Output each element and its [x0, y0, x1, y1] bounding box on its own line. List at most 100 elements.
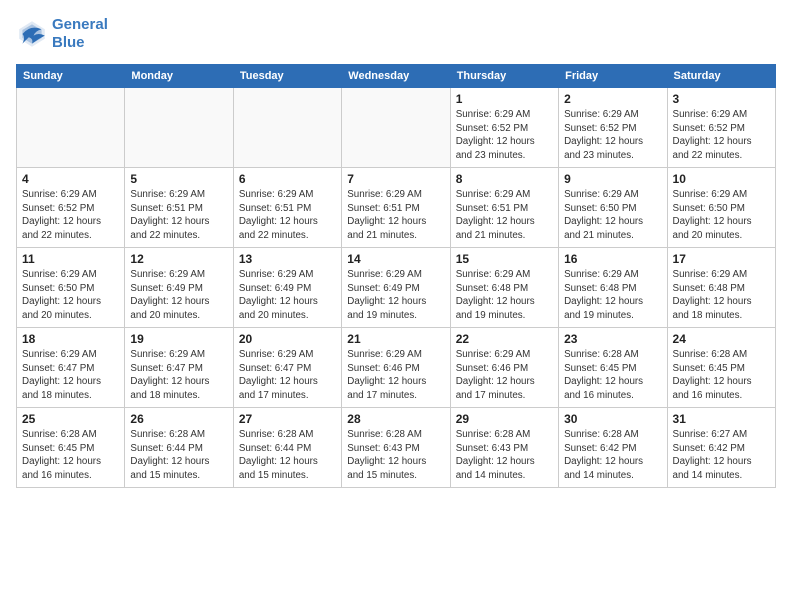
day-info: Sunrise: 6:29 AM Sunset: 6:46 PM Dayligh…	[347, 348, 444, 403]
day-number: 3	[673, 92, 770, 106]
day-info: Sunrise: 6:29 AM Sunset: 6:48 PM Dayligh…	[456, 268, 553, 323]
day-number: 9	[564, 172, 661, 186]
calendar-day: 10 Sunrise: 6:29 AM Sunset: 6:50 PM Dayli…	[667, 168, 775, 248]
day-number: 27	[239, 412, 336, 426]
day-number: 4	[22, 172, 119, 186]
day-number: 11	[22, 252, 119, 266]
day-info: Sunrise: 6:29 AM Sunset: 6:52 PM Dayligh…	[456, 108, 553, 163]
calendar-day: 20Sunrise: 6:29 AM Sunset: 6:47 PM Dayli…	[233, 328, 341, 408]
day-number: 21	[347, 332, 444, 346]
calendar-day: 25 Sunrise: 6:28 AM Sunset: 6:45 PM Dayli…	[17, 408, 125, 488]
day-info: Sunrise: 6:29 AM Sunset: 6:50 PM Dayligh…	[673, 188, 770, 243]
calendar-day: 15 Sunrise: 6:29 AM Sunset: 6:48 PM Dayli…	[450, 248, 558, 328]
day-info: Sunrise: 6:28 AM Sunset: 6:43 PM Dayligh…	[456, 428, 553, 483]
weekday-header-monday: Monday	[125, 65, 233, 88]
calendar-day	[233, 88, 341, 168]
calendar-day: 19 Sunrise: 6:29 AM Sunset: 6:47 PM Dayli…	[125, 328, 233, 408]
day-info: Sunrise: 6:29 AM Sunset: 6:52 PM Dayligh…	[673, 108, 770, 163]
calendar-day: 18Sunrise: 6:29 AM Sunset: 6:47 PM Dayli…	[17, 328, 125, 408]
day-number: 31	[673, 412, 770, 426]
day-info: Sunrise: 6:29 AM Sunset: 6:49 PM Dayligh…	[130, 268, 227, 323]
weekday-header-friday: Friday	[559, 65, 667, 88]
day-info: Sunrise: 6:29 AM Sunset: 6:47 PM Dayligh…	[130, 348, 227, 403]
day-info: Sunrise: 6:29 AM Sunset: 6:50 PM Dayligh…	[22, 268, 119, 323]
day-number: 24	[673, 332, 770, 346]
calendar-week-5: 25 Sunrise: 6:28 AM Sunset: 6:45 PM Dayli…	[17, 408, 776, 488]
weekday-header-thursday: Thursday	[450, 65, 558, 88]
calendar-day	[342, 88, 450, 168]
calendar-day: 17 Sunrise: 6:29 AM Sunset: 6:48 PM Dayli…	[667, 248, 775, 328]
day-number: 16	[564, 252, 661, 266]
day-number: 25	[22, 412, 119, 426]
day-number: 26	[130, 412, 227, 426]
logo: General Blue	[16, 16, 108, 52]
day-number: 30	[564, 412, 661, 426]
day-info: Sunrise: 6:29 AM Sunset: 6:49 PM Dayligh…	[239, 268, 336, 323]
weekday-header-wednesday: Wednesday	[342, 65, 450, 88]
day-info: Sunrise: 6:28 AM Sunset: 6:45 PM Dayligh…	[564, 348, 661, 403]
calendar-day: 9 Sunrise: 6:29 AM Sunset: 6:50 PM Daylig…	[559, 168, 667, 248]
logo-text: General Blue	[52, 16, 108, 52]
calendar-day: 16 Sunrise: 6:29 AM Sunset: 6:48 PM Dayli…	[559, 248, 667, 328]
page-header: General Blue	[16, 16, 776, 52]
day-info: Sunrise: 6:28 AM Sunset: 6:43 PM Dayligh…	[347, 428, 444, 483]
calendar-day: 4Sunrise: 6:29 AM Sunset: 6:52 PM Daylig…	[17, 168, 125, 248]
calendar-day: 23 Sunrise: 6:28 AM Sunset: 6:45 PM Dayli…	[559, 328, 667, 408]
calendar-day: 8Sunrise: 6:29 AM Sunset: 6:51 PM Daylig…	[450, 168, 558, 248]
calendar-table: SundayMondayTuesdayWednesdayThursdayFrid…	[16, 64, 776, 488]
day-number: 17	[673, 252, 770, 266]
day-info: Sunrise: 6:29 AM Sunset: 6:51 PM Dayligh…	[239, 188, 336, 243]
day-number: 14	[347, 252, 444, 266]
day-number: 22	[456, 332, 553, 346]
calendar-day: 22 Sunrise: 6:29 AM Sunset: 6:46 PM Dayli…	[450, 328, 558, 408]
day-number: 19	[130, 332, 227, 346]
day-info: Sunrise: 6:28 AM Sunset: 6:44 PM Dayligh…	[239, 428, 336, 483]
day-number: 23	[564, 332, 661, 346]
calendar-day: 27 Sunrise: 6:28 AM Sunset: 6:44 PM Dayli…	[233, 408, 341, 488]
day-number: 1	[456, 92, 553, 106]
day-info: Sunrise: 6:28 AM Sunset: 6:45 PM Dayligh…	[22, 428, 119, 483]
calendar-day: 24 Sunrise: 6:28 AM Sunset: 6:45 PM Dayli…	[667, 328, 775, 408]
calendar-day: 28 Sunrise: 6:28 AM Sunset: 6:43 PM Dayli…	[342, 408, 450, 488]
weekday-header-row: SundayMondayTuesdayWednesdayThursdayFrid…	[17, 65, 776, 88]
day-info: Sunrise: 6:29 AM Sunset: 6:49 PM Dayligh…	[347, 268, 444, 323]
day-info: Sunrise: 6:29 AM Sunset: 6:51 PM Dayligh…	[456, 188, 553, 243]
weekday-header-tuesday: Tuesday	[233, 65, 341, 88]
calendar-day: 31 Sunrise: 6:27 AM Sunset: 6:42 PM Dayli…	[667, 408, 775, 488]
calendar-day: 1 Sunrise: 6:29 AM Sunset: 6:52 PM Daylig…	[450, 88, 558, 168]
day-number: 29	[456, 412, 553, 426]
day-info: Sunrise: 6:29 AM Sunset: 6:48 PM Dayligh…	[564, 268, 661, 323]
day-info: Sunrise: 6:28 AM Sunset: 6:44 PM Dayligh…	[130, 428, 227, 483]
weekday-header-sunday: Sunday	[17, 65, 125, 88]
calendar-day: 21 Sunrise: 6:29 AM Sunset: 6:46 PM Dayli…	[342, 328, 450, 408]
day-info: Sunrise: 6:29 AM Sunset: 6:48 PM Dayligh…	[673, 268, 770, 323]
day-number: 13	[239, 252, 336, 266]
calendar-day	[17, 88, 125, 168]
day-info: Sunrise: 6:29 AM Sunset: 6:47 PM Dayligh…	[22, 348, 119, 403]
calendar-day: 5Sunrise: 6:29 AM Sunset: 6:51 PM Daylig…	[125, 168, 233, 248]
day-info: Sunrise: 6:29 AM Sunset: 6:46 PM Dayligh…	[456, 348, 553, 403]
calendar-day: 7Sunrise: 6:29 AM Sunset: 6:51 PM Daylig…	[342, 168, 450, 248]
day-info: Sunrise: 6:29 AM Sunset: 6:50 PM Dayligh…	[564, 188, 661, 243]
calendar-day: 13 Sunrise: 6:29 AM Sunset: 6:49 PM Dayli…	[233, 248, 341, 328]
day-info: Sunrise: 6:28 AM Sunset: 6:42 PM Dayligh…	[564, 428, 661, 483]
day-info: Sunrise: 6:27 AM Sunset: 6:42 PM Dayligh…	[673, 428, 770, 483]
day-info: Sunrise: 6:29 AM Sunset: 6:47 PM Dayligh…	[239, 348, 336, 403]
day-number: 7	[347, 172, 444, 186]
calendar-day: 29 Sunrise: 6:28 AM Sunset: 6:43 PM Dayli…	[450, 408, 558, 488]
calendar-week-2: 4Sunrise: 6:29 AM Sunset: 6:52 PM Daylig…	[17, 168, 776, 248]
day-info: Sunrise: 6:29 AM Sunset: 6:52 PM Dayligh…	[564, 108, 661, 163]
day-info: Sunrise: 6:28 AM Sunset: 6:45 PM Dayligh…	[673, 348, 770, 403]
calendar-day: 2Sunrise: 6:29 AM Sunset: 6:52 PM Daylig…	[559, 88, 667, 168]
day-number: 6	[239, 172, 336, 186]
calendar-day: 26 Sunrise: 6:28 AM Sunset: 6:44 PM Dayli…	[125, 408, 233, 488]
weekday-header-saturday: Saturday	[667, 65, 775, 88]
calendar-day: 14 Sunrise: 6:29 AM Sunset: 6:49 PM Dayli…	[342, 248, 450, 328]
calendar-day: 12Sunrise: 6:29 AM Sunset: 6:49 PM Dayli…	[125, 248, 233, 328]
day-number: 15	[456, 252, 553, 266]
calendar-day: 3 Sunrise: 6:29 AM Sunset: 6:52 PM Daylig…	[667, 88, 775, 168]
day-number: 28	[347, 412, 444, 426]
calendar-day: 11 Sunrise: 6:29 AM Sunset: 6:50 PM Dayli…	[17, 248, 125, 328]
day-number: 10	[673, 172, 770, 186]
day-number: 5	[130, 172, 227, 186]
